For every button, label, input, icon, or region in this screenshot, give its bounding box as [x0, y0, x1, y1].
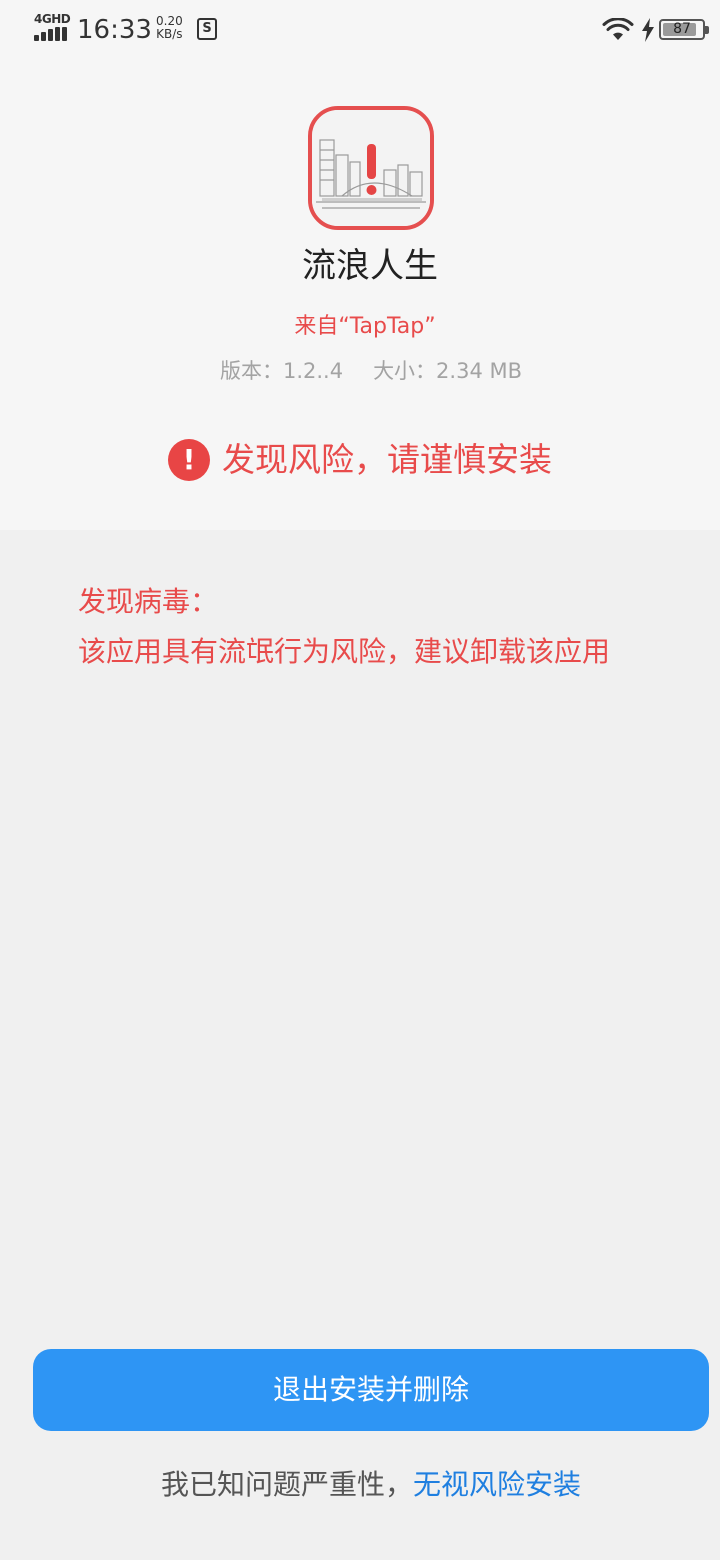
battery-level: 87 [673, 21, 691, 37]
exit-and-delete-button[interactable]: 退出安装并删除 [33, 1349, 709, 1431]
risk-warning-text: 发现风险，请谨慎安装 [222, 440, 552, 479]
virus-description: 该应用具有流氓行为风险，建议卸载该应用 [78, 635, 611, 668]
s-notification-icon: S [197, 18, 217, 40]
wifi-icon [602, 18, 634, 40]
network-speed-unit: KB/s [156, 27, 183, 41]
charging-icon [642, 18, 654, 42]
exclamation-circle-icon: ! [168, 439, 210, 481]
status-bar: 4GHD 16:33 0.20 KB/s S 87 [0, 0, 720, 60]
app-name: 流浪人生 [302, 246, 438, 286]
exclamation-mark-icon [366, 144, 377, 195]
risk-banner: ! 发现风险，请谨慎安装 [168, 435, 552, 485]
app-meta: 版本：1.2..4 大小：2.34 MB [0, 356, 720, 386]
ignore-risk-install-link[interactable]: 无视风险安装 [413, 1468, 581, 1501]
app-version: 版本：1.2..4 [219, 359, 344, 383]
network-type-label: 4GHD [34, 12, 71, 26]
ignore-risk-line: 我已知问题严重性，无视风险安装 [0, 1464, 720, 1506]
network-speed: 0.20 KB/s [156, 15, 183, 41]
ignore-risk-prefix: 我已知问题严重性， [160, 1468, 413, 1501]
app-info-card: 流浪人生 来自“TapTap” 版本：1.2..4 大小：2.34 MB ! 发现… [0, 60, 720, 530]
app-icon-with-warning [308, 106, 434, 230]
app-size: 大小：2.34 MB [373, 359, 523, 383]
cellular-signal-icon: 4GHD [34, 12, 71, 43]
battery-icon: 87 [659, 19, 709, 40]
app-source: 来自“TapTap” [294, 314, 436, 339]
status-time: 16:33 [77, 15, 152, 45]
virus-title: 发现病毒： [78, 585, 219, 618]
